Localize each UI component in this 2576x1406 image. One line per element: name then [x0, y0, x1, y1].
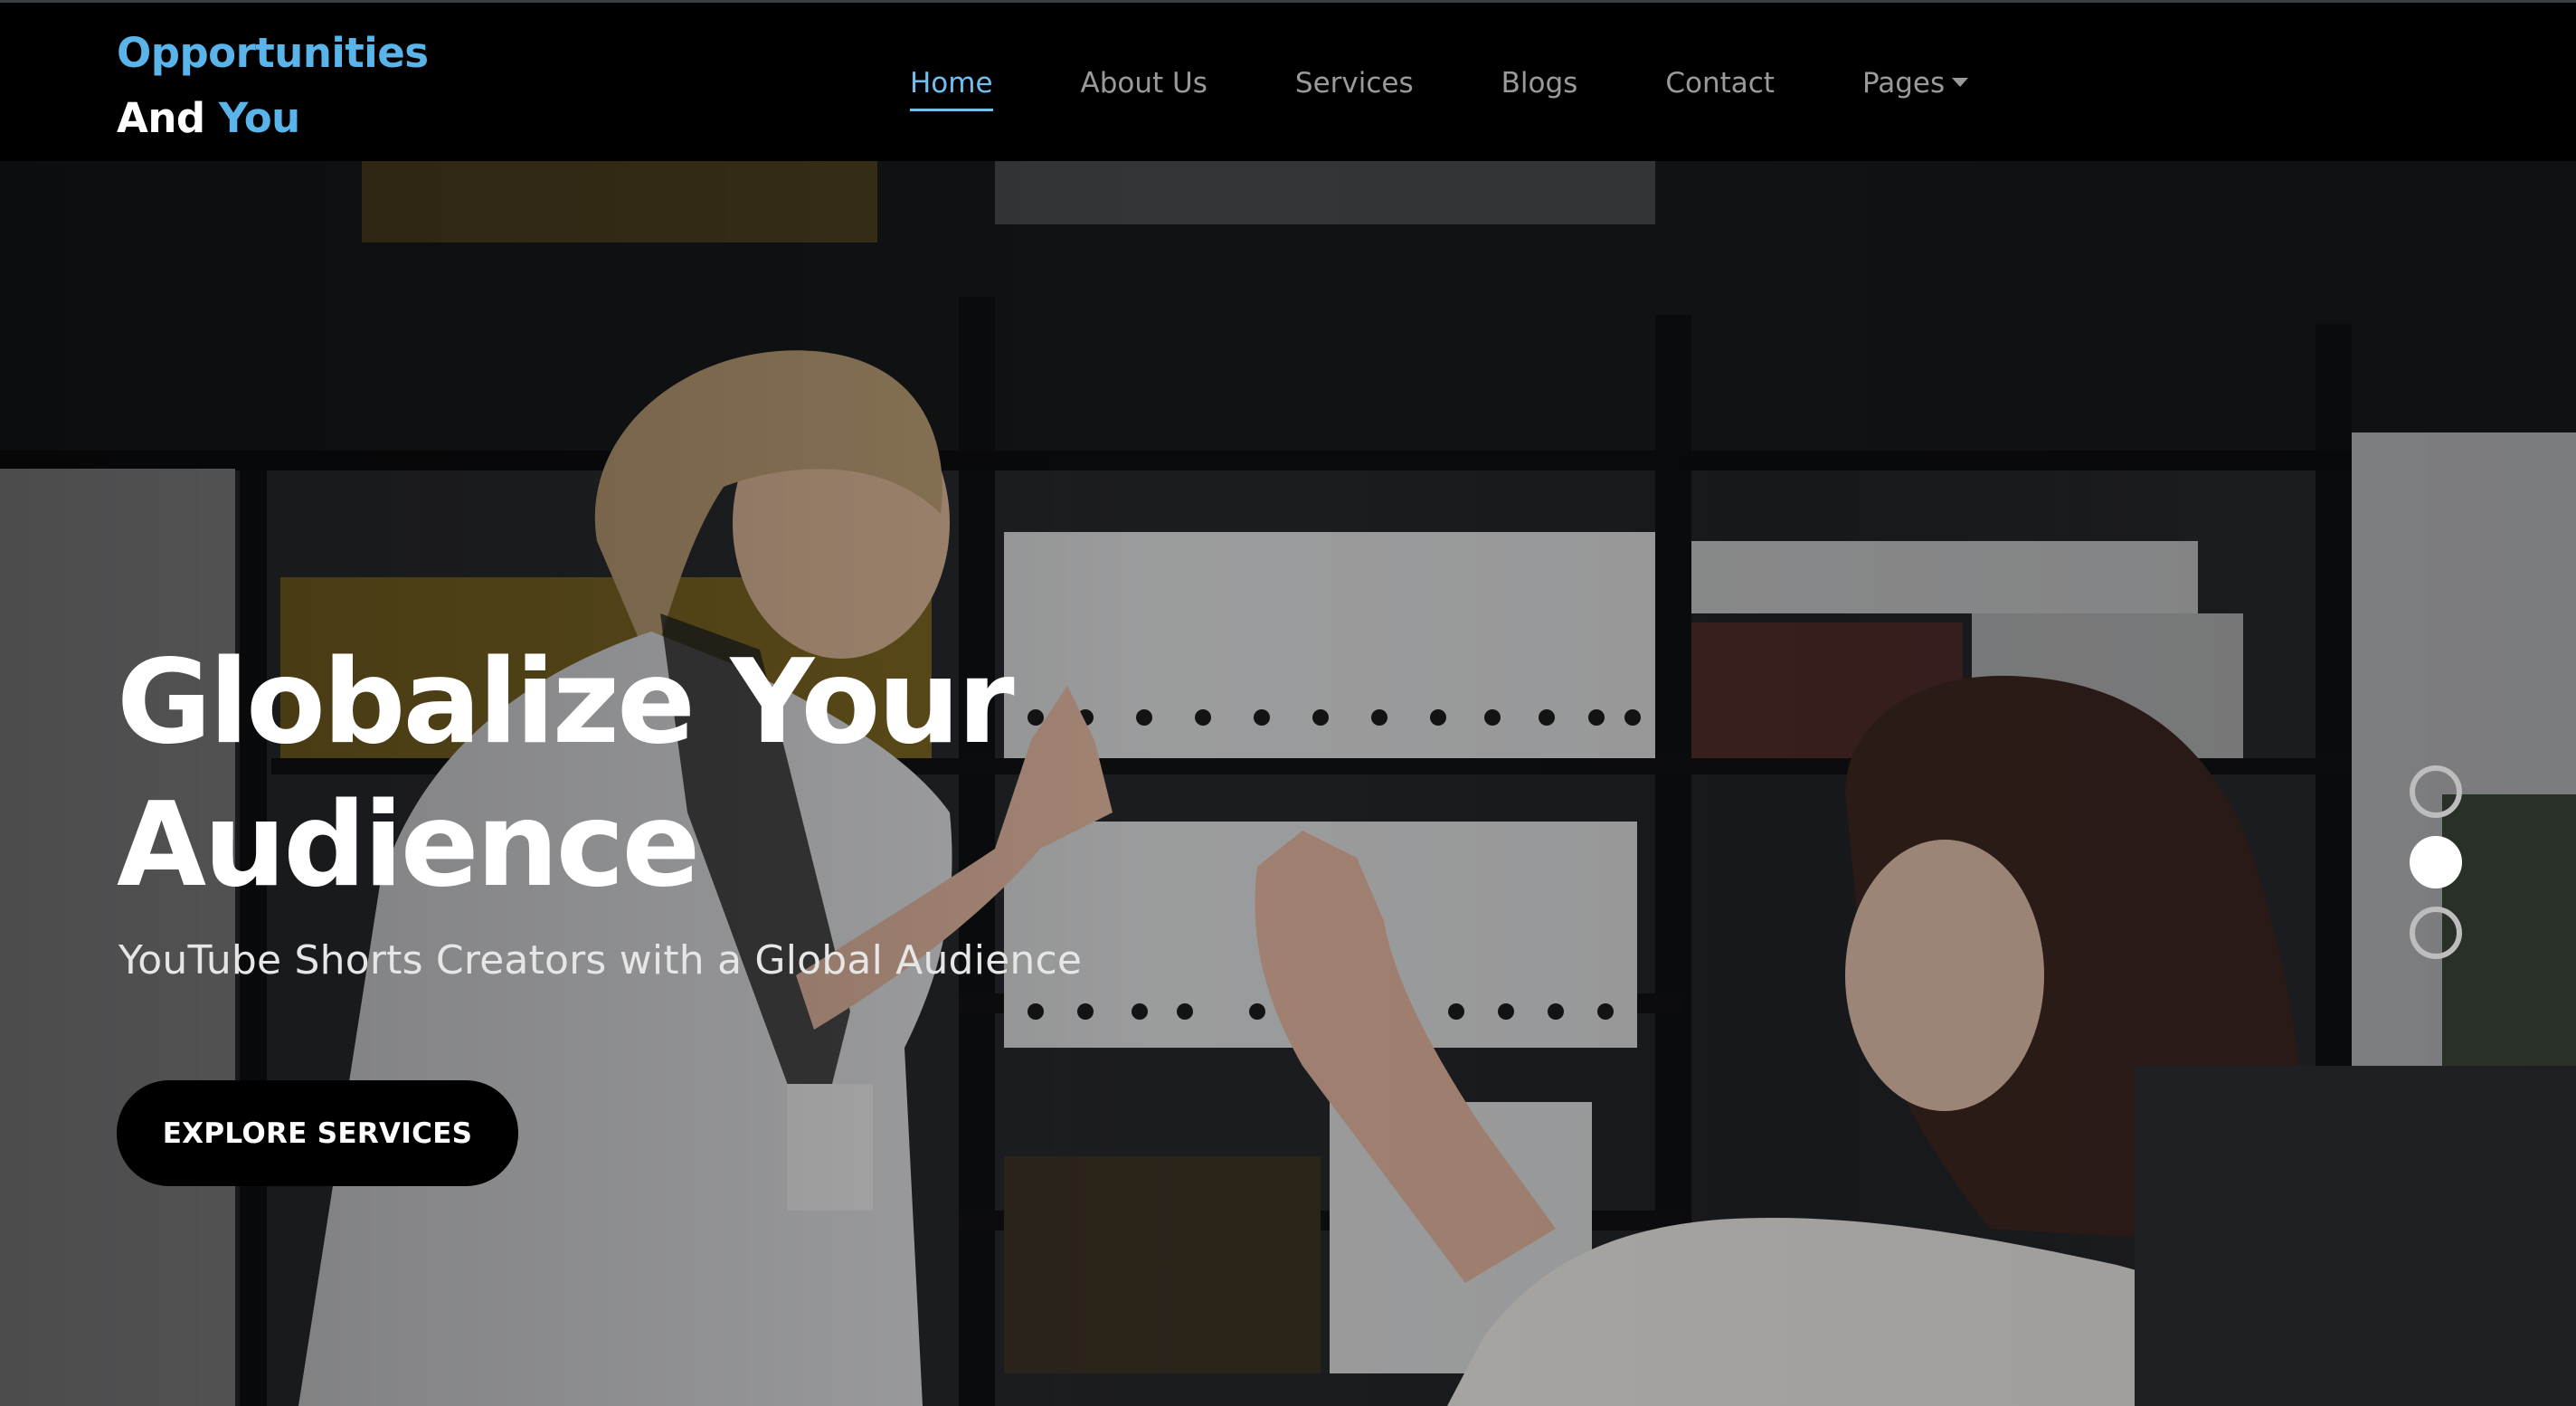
nav-blogs[interactable]: Blogs — [1501, 61, 1578, 106]
brand-word-and: And — [117, 94, 205, 142]
nav-pages-label: Pages — [1861, 67, 1946, 100]
hero-title: Globalize Your Audience — [117, 632, 1202, 917]
nav-about-us[interactable]: About Us — [1081, 61, 1208, 106]
caret-down-icon — [1952, 77, 1969, 87]
brand-word-you: You — [218, 94, 300, 142]
explore-services-button[interactable]: EXPLORE SERVICES — [117, 1080, 518, 1186]
brand-line-2: And You — [117, 86, 429, 151]
hero-title-line-1: Globalize Your — [117, 635, 1015, 770]
hero-title-line-2: Audience — [117, 778, 700, 913]
brand-logo[interactable]: Opportunities And You — [117, 21, 429, 151]
slider-dot-2[interactable] — [2410, 836, 2462, 888]
slider-dot-3[interactable] — [2410, 907, 2462, 959]
nav-services[interactable]: Services — [1295, 61, 1414, 106]
slider-dot-1[interactable] — [2410, 765, 2462, 818]
hero-section: Globalize Your Audience YouTube Shorts C… — [0, 161, 2576, 1406]
brand-line-1: Opportunities — [117, 29, 429, 77]
nav-home[interactable]: Home — [910, 61, 993, 111]
page: Opportunities And You Home About Us Serv… — [0, 0, 2576, 1406]
slider-pagination — [2410, 765, 2464, 977]
nav-pages[interactable]: Pages — [1861, 61, 1969, 106]
main-nav: Home About Us Services Blogs Contact Pag… — [910, 61, 1969, 111]
nav-contact[interactable]: Contact — [1665, 61, 1775, 106]
site-header: Opportunities And You Home About Us Serv… — [0, 0, 2576, 161]
hero-subtitle: YouTube Shorts Creators with a Global Au… — [118, 937, 1083, 983]
